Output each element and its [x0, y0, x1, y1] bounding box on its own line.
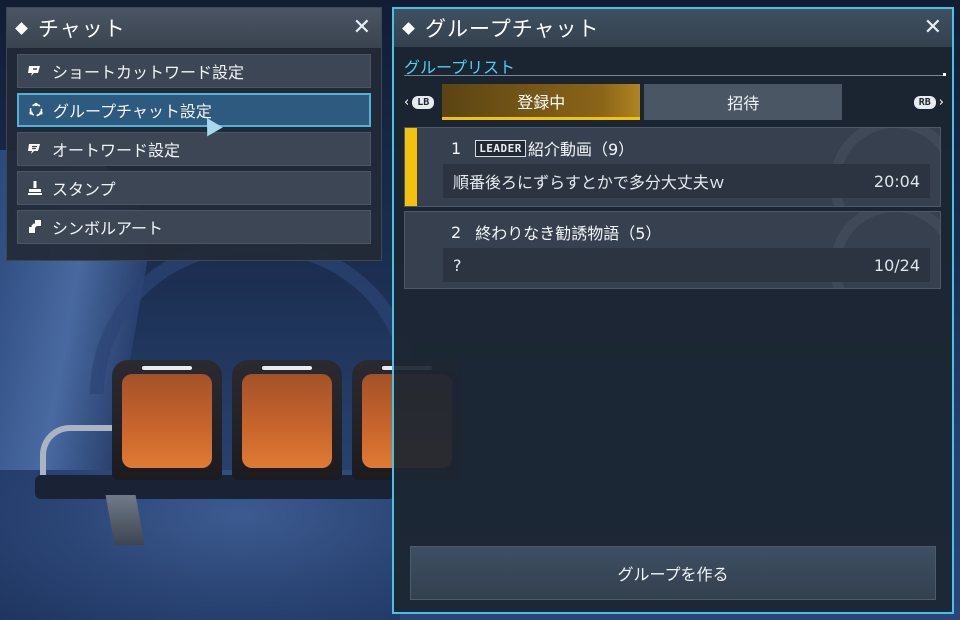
shortcut-word-icon	[26, 62, 44, 80]
last-message-text: 順番後ろにずらすとかで多分大丈夫ｗ	[453, 173, 725, 192]
close-icon[interactable]: ✕	[924, 17, 942, 39]
message-time: 20:04	[873, 171, 920, 191]
message-time: 10/24	[873, 255, 920, 275]
diamond-icon	[15, 21, 28, 35]
diamond-icon	[402, 21, 415, 35]
leader-badge: LEADER	[475, 139, 526, 157]
chat-menu-title: チャット	[38, 17, 126, 41]
menu-item-label: グループチャット設定	[53, 102, 212, 121]
chat-menu-list: ショートカットワード設定 グループチャット設定 オートワード設定 スタンプ シン…	[7, 48, 381, 255]
group-number: 1	[451, 138, 462, 158]
bench-seat	[232, 360, 342, 480]
menu-item-label: ショートカットワード設定	[52, 63, 245, 82]
menu-item-label: オートワード設定	[52, 141, 181, 160]
group-title: 1 LEADER 紹介動画（9）	[451, 136, 634, 160]
menu-item-label: スタンプ	[52, 180, 116, 199]
menu-item-stamp[interactable]: スタンプ	[17, 171, 371, 205]
group-chat-title: グループチャット	[425, 17, 600, 41]
chat-menu-panel: チャット ✕ ショートカットワード設定 グループチャット設定 オートワード設定	[6, 7, 382, 261]
stamp-icon	[26, 179, 44, 197]
group-number: 2	[451, 222, 462, 242]
tab-prev[interactable]: ‹ LB	[404, 94, 435, 110]
menu-item-shortcut-word[interactable]: ショートカットワード設定	[17, 54, 371, 88]
close-icon[interactable]: ✕	[353, 17, 371, 39]
auto-word-icon	[26, 140, 44, 158]
chevron-right-icon: ›	[938, 94, 944, 110]
menu-item-symbol-art[interactable]: シンボルアート	[17, 210, 371, 244]
chevron-left-icon: ‹	[404, 94, 410, 110]
lb-button-badge: LB	[412, 95, 435, 109]
rb-button-badge: RB	[913, 95, 936, 109]
group-name: 紹介動画（9）	[527, 140, 635, 159]
group-list-item[interactable]: 2 終わりなき勧誘物語（5） ? 10/24	[404, 211, 941, 289]
group-chat-panel: グループチャット ✕ グループリスト ‹ LB 登録中 招待 RB › 1 LE…	[392, 7, 954, 614]
last-message-text: ?	[453, 255, 462, 275]
tab-invite[interactable]: 招待	[644, 84, 843, 120]
group-title: 2 終わりなき勧誘物語（5）	[451, 220, 661, 244]
tab-registered[interactable]: 登録中	[442, 84, 641, 120]
create-group-button[interactable]: グループを作る	[410, 546, 936, 600]
group-tabs: ‹ LB 登録中 招待 RB ›	[404, 84, 948, 120]
menu-item-auto-word[interactable]: オートワード設定	[17, 132, 371, 166]
bench-seat	[112, 360, 222, 480]
group-last-message: 順番後ろにずらすとかで多分大丈夫ｗ 20:04	[443, 164, 930, 198]
group-chat-icon	[27, 101, 45, 119]
menu-item-group-chat[interactable]: グループチャット設定	[17, 93, 371, 127]
bench-armrest	[40, 425, 116, 481]
group-name: 終わりなき勧誘物語（5）	[475, 224, 662, 243]
divider	[404, 73, 946, 76]
tab-next[interactable]: RB ›	[913, 94, 944, 110]
group-list-item[interactable]: 1 LEADER 紹介動画（9） 順番後ろにずらすとかで多分大丈夫ｗ 20:04	[404, 127, 941, 207]
menu-item-label: シンボルアート	[52, 219, 164, 238]
chat-menu-header: チャット ✕	[7, 8, 381, 48]
symbol-art-icon	[26, 218, 44, 236]
group-chat-header: グループチャット ✕	[394, 9, 952, 47]
group-last-message: ? 10/24	[443, 248, 930, 282]
